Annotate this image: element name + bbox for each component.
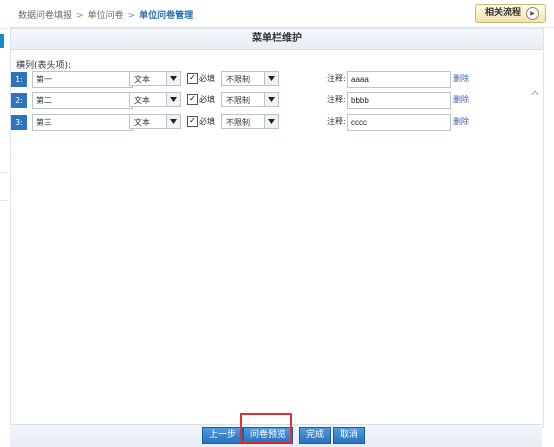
row-number: 3: [11, 115, 27, 130]
chevron-down-icon [166, 93, 180, 106]
left-nav-divider [0, 172, 8, 173]
required-label: 必填 [199, 95, 215, 104]
note-input[interactable]: bbbb [347, 92, 451, 109]
breadcrumb-item-unit-questionnaire[interactable]: 单位问卷 [88, 11, 124, 21]
breadcrumb-separator: > [76, 11, 84, 21]
field-type-value: 文本 [134, 75, 150, 84]
note-label: 注释: [327, 117, 346, 126]
chevron-down-icon [166, 115, 180, 128]
limit-value: 不限制 [226, 75, 250, 84]
delete-link[interactable]: 删除 [453, 73, 469, 84]
limit-value: 不限制 [226, 96, 250, 105]
required-label: 必填 [199, 74, 215, 83]
breadcrumb-separator: > [127, 11, 136, 21]
field-row: 3: 第三 文本 ✓ 必填 不限制 注释: cccc 删除 [11, 114, 531, 131]
field-type-value: 文本 [134, 96, 150, 105]
note-label: 注释: [327, 74, 346, 83]
cancel-button[interactable]: 取消 [333, 427, 366, 444]
field-row: 2: 第二 文本 ✓ 必填 不限制 注释: bbbb 删除 [11, 92, 531, 109]
chevron-down-icon [264, 115, 278, 128]
row-number: 1: [11, 72, 27, 87]
field-name-input[interactable]: 第一 [32, 71, 133, 88]
delete-link[interactable]: 删除 [453, 116, 469, 127]
related-flow-button[interactable]: 相关流程 ▶ [474, 4, 546, 23]
limit-select[interactable]: 不限制 [221, 92, 279, 107]
limit-select[interactable]: 不限制 [221, 71, 279, 86]
chevron-down-icon [264, 93, 278, 106]
note-label: 注释: [327, 95, 346, 104]
row-number: 2: [11, 93, 27, 108]
required-checkbox[interactable]: ✓ [187, 73, 198, 84]
required-label: 必填 [199, 117, 215, 126]
delete-link[interactable]: 删除 [453, 94, 469, 105]
prev-step-button[interactable]: 上一步 [202, 427, 244, 444]
panel-title: 菜单栏维护 [11, 29, 543, 50]
chevron-down-icon [264, 72, 278, 85]
breadcrumb: 数据问卷填报 > 单位问卷 > 单位问卷管理 [18, 8, 193, 21]
field-type-select[interactable]: 文本 [129, 92, 181, 107]
breadcrumb-item-questionnaire-filling[interactable]: 数据问卷填报 [18, 11, 72, 21]
related-flow-label: 相关流程 [484, 8, 521, 18]
note-input[interactable]: cccc [347, 114, 451, 131]
finish-button[interactable]: 完成 [299, 427, 332, 444]
field-type-select[interactable]: 文本 [129, 114, 181, 129]
field-row: 1: 第一 文本 ✓ 必填 不限制 注释: aaaa 删除 [11, 71, 531, 88]
chevron-down-icon [166, 72, 180, 85]
note-input[interactable]: aaaa [347, 71, 451, 88]
menu-maintenance-panel: 菜单栏维护 横列(表头项): 1: 第一 文本 ✓ 必填 不限制 注释: aaa… [10, 28, 544, 440]
field-name-input[interactable]: 第三 [32, 114, 133, 131]
preview-highlight-box [240, 413, 292, 443]
required-checkbox[interactable]: ✓ [187, 94, 198, 105]
left-nav-divider [0, 200, 8, 201]
field-type-select[interactable]: 文本 [129, 71, 181, 86]
top-bar: 数据问卷填报 > 单位问卷 > 单位问卷管理 相关流程 ▶ [10, 0, 554, 28]
field-name-input[interactable]: 第二 [32, 92, 133, 109]
field-type-value: 文本 [134, 118, 150, 127]
left-nav-divider [0, 28, 8, 29]
circle-arrow-right-icon: ▶ [526, 7, 539, 20]
scroll-up-icon[interactable] [531, 89, 539, 97]
left-nav-active-marker [0, 34, 4, 48]
required-checkbox[interactable]: ✓ [187, 116, 198, 127]
limit-value: 不限制 [226, 118, 250, 127]
breadcrumb-item-current: 单位问卷管理 [139, 11, 194, 21]
column-group-label: 横列(表头项): [16, 61, 72, 71]
limit-select[interactable]: 不限制 [221, 114, 279, 129]
